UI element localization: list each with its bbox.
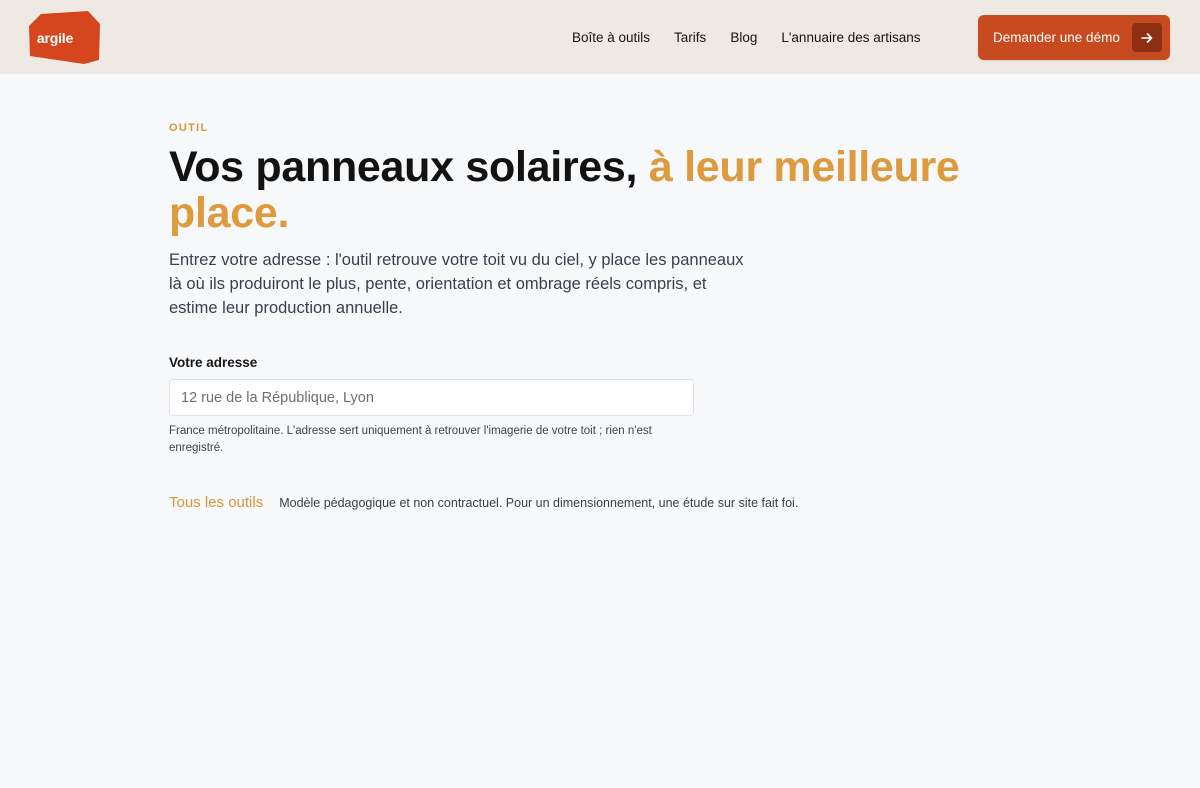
logo-text: argile — [36, 30, 74, 46]
disclaimer-text: Modèle pédagogique et non contractuel. P… — [279, 496, 799, 510]
request-demo-label: Demander une démo — [993, 30, 1120, 45]
argile-logo[interactable]: argile — [29, 11, 101, 64]
section-eyebrow: OUTIL — [169, 122, 209, 134]
arrow-right-icon — [1132, 23, 1162, 52]
site-header: argile Boîte à outils Tarifs Blog L'annu… — [0, 0, 1200, 74]
nav-link-blog[interactable]: Blog — [730, 30, 757, 45]
nav-link-boite-a-outils[interactable]: Boîte à outils — [572, 30, 650, 45]
nav-link-tarifs[interactable]: Tarifs — [674, 30, 706, 45]
address-help-text: France métropolitaine. L'adresse sert un… — [169, 425, 652, 454]
address-label: Votre adresse — [169, 355, 258, 370]
tool-footer: Tous les outils Modèle pédagogique et no… — [169, 494, 798, 511]
nav-link-annuaire-artisans[interactable]: L'annuaire des artisans — [781, 30, 920, 45]
main-nav: Boîte à outils Tarifs Blog L'annuaire de… — [572, 0, 945, 74]
page-title: Vos panneaux solaires, à leur meilleure … — [169, 144, 989, 236]
title-main: Vos panneaux solaires, — [169, 143, 638, 191]
all-tools-link[interactable]: Tous les outils — [169, 494, 263, 511]
intro-paragraph: Entrez votre adresse : l'outil retrouve … — [169, 251, 744, 317]
request-demo-button[interactable]: Demander une démo — [978, 15, 1170, 60]
address-input[interactable] — [169, 379, 694, 416]
